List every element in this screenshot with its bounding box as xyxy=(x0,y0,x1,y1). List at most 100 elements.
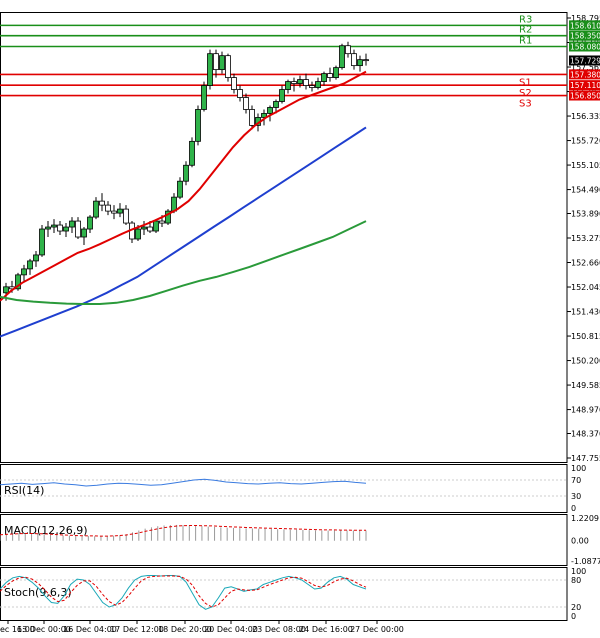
rsi-tick-label: 30 xyxy=(571,492,581,501)
macd-tick-label: 0.00 xyxy=(571,537,589,546)
macd-tick-label: -1.0877 xyxy=(571,557,600,566)
candle-bearish xyxy=(363,59,369,62)
candle-bullish xyxy=(219,55,225,71)
stochastic-tick-label: 80 xyxy=(571,576,581,585)
rsi-tick-label: 0 xyxy=(571,504,576,513)
candle-bearish xyxy=(327,73,333,78)
candle-bullish xyxy=(39,228,45,256)
price-tick-label: 150.200 xyxy=(571,357,600,366)
level-label-r1: R1 xyxy=(519,35,532,46)
level-label-r2: R2 xyxy=(519,25,532,36)
candle-bullish xyxy=(93,200,99,218)
price-tick-label: 155.720 xyxy=(571,137,600,146)
candle-bearish xyxy=(231,77,237,90)
candle-bullish xyxy=(51,224,57,228)
candle-bearish xyxy=(213,53,219,71)
price-tick-label: 151.430 xyxy=(571,308,600,317)
candle-bullish xyxy=(333,67,339,78)
candle-bullish xyxy=(279,89,285,102)
stochastic-panel-frame xyxy=(0,567,568,621)
time-tick-label: 20 Dec 04:00 xyxy=(204,625,258,634)
time-tick-label: 27 Dec 00:00 xyxy=(350,625,404,634)
candle-bullish xyxy=(153,220,159,232)
level-label-r3: R3 xyxy=(519,14,532,25)
time-axis: 12 Dec 16:0013 Dec 00:0016 Dec 04:0017 D… xyxy=(0,620,404,634)
candle-bearish xyxy=(57,224,63,232)
candle-bearish xyxy=(111,210,117,214)
candle-bullish xyxy=(63,226,69,232)
rsi-panel-frame xyxy=(0,464,568,513)
price-tick-label: 147.755 xyxy=(571,454,600,463)
candle-bullish xyxy=(21,268,27,276)
price-panel-frame xyxy=(0,12,568,463)
candle-bullish xyxy=(339,45,345,69)
rsi-tick-label: 100 xyxy=(571,464,586,473)
level-tag-value: 156.850 xyxy=(570,92,600,101)
candle-bearish xyxy=(249,109,255,126)
candle-bearish xyxy=(243,97,249,110)
candle-bullish xyxy=(273,101,279,108)
candle-bullish xyxy=(3,286,9,294)
candle-bearish xyxy=(99,200,105,206)
level-tag-value: 158.350 xyxy=(570,32,600,41)
candle-bullish xyxy=(33,254,39,262)
candle-bullish xyxy=(141,226,147,230)
candle-bullish xyxy=(189,140,195,166)
price-panel: 158.795158.180157.565156.950156.335155.7… xyxy=(0,12,600,463)
candle-bearish xyxy=(147,226,153,232)
level-label-s3: S3 xyxy=(519,99,532,110)
candle-bullish xyxy=(81,228,87,238)
time-tick-label: 23 Dec 08:00 xyxy=(252,625,306,634)
forex-chart: 158.795158.180157.565156.950156.335155.7… xyxy=(0,12,600,634)
candle-bullish xyxy=(195,109,201,142)
candle-bearish xyxy=(159,220,165,224)
candle-bullish xyxy=(285,81,291,90)
time-tick-label: 16 Dec 04:00 xyxy=(63,625,117,634)
price-tick-label: 153.890 xyxy=(571,209,600,218)
price-tick-label: 148.970 xyxy=(571,406,600,415)
candle-bearish xyxy=(291,81,297,84)
price-tick-label: 150.815 xyxy=(571,332,600,341)
rsi-line xyxy=(0,478,367,487)
time-tick-label: 17 Dec 12:00 xyxy=(110,625,164,634)
candle-bearish xyxy=(123,208,129,224)
candle-bullish xyxy=(267,107,273,114)
candle-bullish xyxy=(177,180,183,198)
price-tick-label: 154.490 xyxy=(571,186,600,195)
candle-bullish xyxy=(135,228,141,240)
candle-bearish xyxy=(75,220,81,238)
candle-bullish xyxy=(201,85,207,110)
price-tick-label: 153.275 xyxy=(571,234,600,243)
candle-bearish xyxy=(237,89,243,98)
price-tick-label: 156.335 xyxy=(571,112,600,121)
level-tag-value: 157.110 xyxy=(570,81,600,90)
current-price-tag: 157.729 xyxy=(570,56,600,65)
moving-average-line-1 xyxy=(0,70,367,302)
level-tag-value: 157.380 xyxy=(570,70,600,79)
time-tick-label: 24 Dec 16:00 xyxy=(299,625,353,634)
level-tag-value: 158.080 xyxy=(570,42,600,51)
candle-bullish xyxy=(27,260,33,270)
candle-bearish xyxy=(309,85,315,88)
level-tag-value: 158.610 xyxy=(570,21,600,30)
candle-bullish xyxy=(69,220,75,228)
moving-average-line-3 xyxy=(0,220,367,305)
price-tick-label: 149.585 xyxy=(571,381,600,390)
stochastic-panel: Stoch(9,6,3) 10080200 xyxy=(0,567,586,621)
candle-bullish xyxy=(297,79,303,84)
candle-bearish xyxy=(105,204,111,212)
level-label-s2: S2 xyxy=(519,88,532,99)
candle-bullish xyxy=(87,216,93,230)
candle-bullish xyxy=(357,59,363,67)
rsi-panel: RSI(14) 100 70 30 0 xyxy=(0,464,586,513)
candle-bullish xyxy=(183,164,189,182)
macd-panel: MACD(12,26,9) 1.22090.00-1.0877 xyxy=(0,514,600,566)
candle-bearish xyxy=(351,53,357,67)
candle-bullish xyxy=(321,73,327,82)
price-tick-label: 155.105 xyxy=(571,161,600,170)
rsi-label: RSI(14) xyxy=(4,484,44,497)
price-tick-label: 152.660 xyxy=(571,259,600,268)
candle-bullish xyxy=(207,53,213,86)
level-label-s1: S1 xyxy=(519,77,532,88)
rsi-tick-label: 70 xyxy=(571,476,581,485)
